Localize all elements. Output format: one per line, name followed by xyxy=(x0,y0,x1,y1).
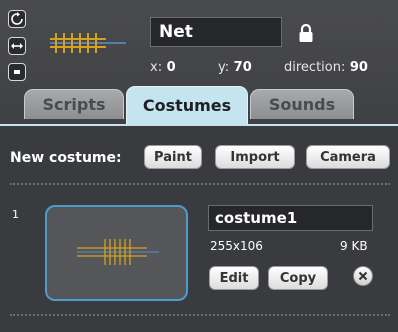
x-value: 0 xyxy=(166,60,176,75)
rotate-left-right-icon[interactable] xyxy=(8,37,26,55)
import-button[interactable]: Import xyxy=(215,145,295,169)
tab-scripts[interactable]: Scripts xyxy=(24,89,124,119)
copy-button[interactable]: Copy xyxy=(268,266,328,290)
net-image xyxy=(77,239,159,265)
costume-name-input[interactable]: costume1 xyxy=(208,205,373,231)
separator-bottom xyxy=(10,314,390,316)
tab-costumes[interactable]: Costumes xyxy=(126,86,248,124)
x-coordinate: x: 0 xyxy=(150,60,176,75)
no-rotate-icon[interactable] xyxy=(8,63,26,81)
tab-sounds[interactable]: Sounds xyxy=(250,89,354,119)
x-label: x: xyxy=(150,60,163,75)
costume-index: 1 xyxy=(12,208,19,221)
costume-dimensions: 255x106 xyxy=(210,239,263,253)
camera-button[interactable]: Camera xyxy=(306,145,390,169)
edit-button[interactable]: Edit xyxy=(209,266,259,290)
paint-button[interactable]: Paint xyxy=(144,145,202,169)
costume-file-size: 9 KB xyxy=(340,239,368,253)
costume-thumbnail[interactable] xyxy=(45,205,188,301)
separator xyxy=(10,183,390,185)
y-value: 70 xyxy=(233,60,252,75)
rotate-full-icon[interactable] xyxy=(8,10,26,28)
direction-readout: direction: 90 xyxy=(284,60,368,75)
y-label: y: xyxy=(218,60,230,75)
direction-value: 90 xyxy=(349,60,368,75)
y-coordinate: y: 70 xyxy=(218,60,252,75)
sprite-thumbnail xyxy=(50,33,126,53)
lock-icon[interactable] xyxy=(298,23,314,43)
new-costume-label: New costume: xyxy=(10,150,122,166)
sprite-name-input[interactable]: Net xyxy=(150,17,282,47)
direction-label: direction: xyxy=(284,60,346,75)
delete-x-icon[interactable] xyxy=(353,266,373,286)
tab-divider xyxy=(0,124,398,126)
